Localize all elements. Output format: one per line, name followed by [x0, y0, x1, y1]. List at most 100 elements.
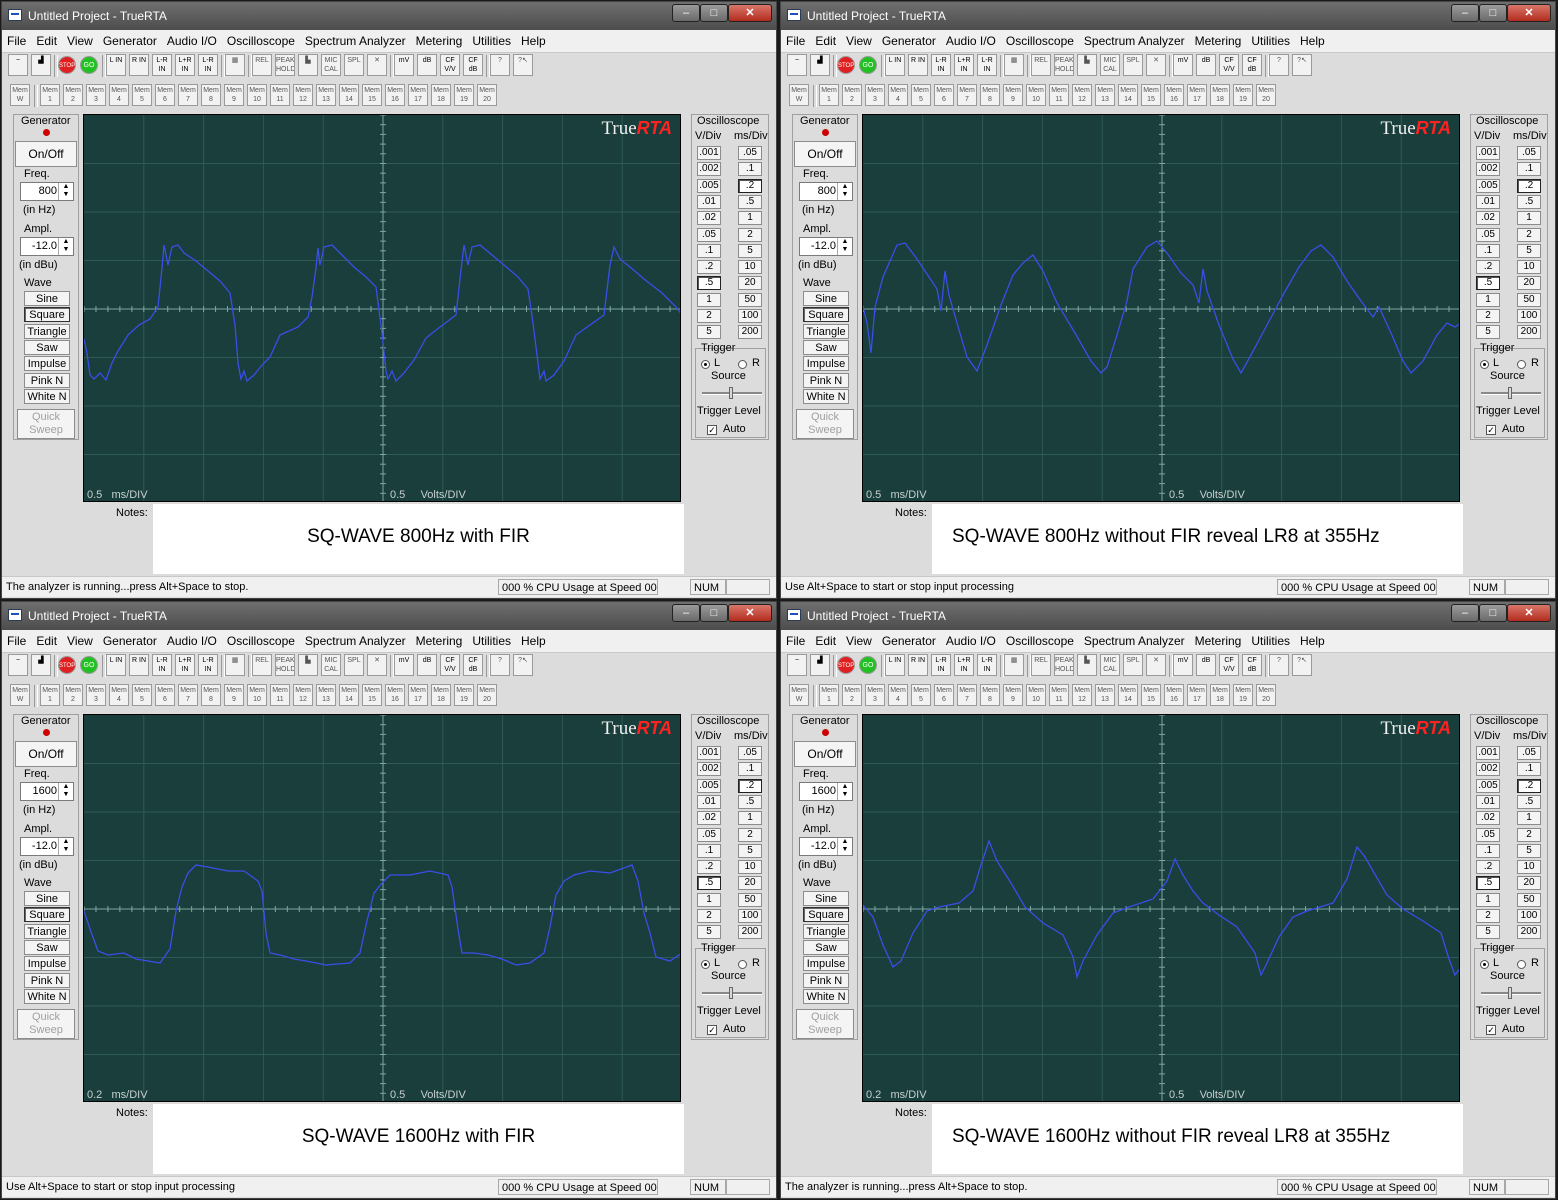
wave-sine-button[interactable]: Sine	[24, 291, 70, 306]
close-button[interactable]: ✕	[728, 4, 772, 22]
menu-spectrum-analyzer[interactable]: Spectrum Analyzer	[300, 630, 411, 652]
stop-button[interactable]: STOP	[837, 656, 855, 674]
msdiv-option[interactable]: .05	[1517, 146, 1541, 160]
context-help-button[interactable]: ?↖	[513, 54, 533, 76]
menu-help[interactable]: Help	[1295, 30, 1330, 52]
mem-slot-1-button[interactable]: Mem 1	[819, 84, 839, 106]
vdiv-option[interactable]: 2	[697, 309, 721, 323]
mem-slot-15-button[interactable]: Mem 15	[1141, 684, 1161, 706]
mem-slot-19-button[interactable]: Mem 19	[454, 684, 474, 706]
menu-oscilloscope[interactable]: Oscilloscope	[1001, 30, 1079, 52]
wave-sine-button[interactable]: Sine	[24, 891, 70, 906]
msdiv-option[interactable]: 5	[1517, 843, 1541, 858]
menu-oscilloscope[interactable]: Oscilloscope	[1001, 630, 1079, 652]
mem-slot-15-button[interactable]: Mem 15	[362, 684, 382, 706]
vdiv-option[interactable]: .01	[1476, 194, 1500, 209]
msdiv-option[interactable]: .5	[738, 194, 762, 209]
mem-slot-15-button[interactable]: Mem 15	[362, 84, 382, 106]
mem-slot-18-button[interactable]: Mem 18	[1210, 684, 1230, 706]
trigger-level-thumb[interactable]	[729, 987, 733, 999]
grid-button[interactable]: ▦	[1004, 654, 1024, 676]
menu-audio-i-o[interactable]: Audio I/O	[941, 630, 1001, 652]
menu-utilities[interactable]: Utilities	[467, 30, 516, 52]
mem-slot-11-button[interactable]: Mem 11	[1049, 84, 1069, 106]
mem-slot-4-button[interactable]: Mem 4	[888, 84, 908, 106]
mem-slot-20-button[interactable]: Mem 20	[477, 684, 497, 706]
mem-slot-17-button[interactable]: Mem 17	[1187, 684, 1207, 706]
menu-help[interactable]: Help	[1295, 630, 1330, 652]
vdiv-option[interactable]: .001	[1476, 146, 1500, 160]
vdiv-option[interactable]: .05	[697, 227, 721, 242]
grid-button[interactable]: ▦	[225, 654, 245, 676]
db-button[interactable]: dB	[417, 54, 437, 76]
menu-spectrum-analyzer[interactable]: Spectrum Analyzer	[1079, 30, 1190, 52]
mem-slot-14-button[interactable]: Mem 14	[339, 684, 359, 706]
bars-button[interactable]: ▙	[1077, 654, 1097, 676]
cross-button[interactable]: ✕	[367, 54, 387, 76]
menu-edit[interactable]: Edit	[810, 630, 841, 652]
menu-generator[interactable]: Generator	[98, 30, 162, 52]
wave-sine-button[interactable]: Sine	[803, 291, 849, 306]
mem-slot-11-button[interactable]: Mem 11	[1049, 684, 1069, 706]
vdiv-option[interactable]: .1	[1476, 843, 1500, 858]
msdiv-option[interactable]: .05	[1517, 746, 1541, 760]
menu-utilities[interactable]: Utilities	[1246, 30, 1295, 52]
mem-slot-3-button[interactable]: Mem 3	[865, 684, 885, 706]
vdiv-option[interactable]: 1	[697, 892, 721, 907]
menu-view[interactable]: View	[62, 30, 98, 52]
l-minus-r-in-button[interactable]: L-R IN	[977, 54, 997, 76]
menu-utilities[interactable]: Utilities	[467, 630, 516, 652]
mem-slot-6-button[interactable]: Mem 6	[934, 684, 954, 706]
msdiv-option[interactable]: 100	[738, 909, 762, 923]
quick-sweep-button[interactable]: Quick Sweep	[17, 409, 75, 439]
mem-slot-5-button[interactable]: Mem 5	[132, 84, 152, 106]
mem-slot-2-button[interactable]: Mem 2	[842, 684, 862, 706]
mem-slot-10-button[interactable]: Mem 10	[247, 84, 267, 106]
l-in-button[interactable]: L IN	[106, 54, 126, 76]
vdiv-option[interactable]: .05	[1476, 227, 1500, 242]
mem-slot-14-button[interactable]: Mem 14	[1118, 684, 1138, 706]
minimize-button[interactable]: –	[672, 604, 700, 622]
msdiv-option[interactable]: 5	[738, 843, 762, 858]
generator-on-off-button[interactable]: On/Off	[794, 141, 856, 167]
generator-on-off-button[interactable]: On/Off	[794, 741, 856, 767]
lr-sum-in-button[interactable]: L+R IN	[175, 54, 195, 76]
mem-slot-14-button[interactable]: Mem 14	[1118, 84, 1138, 106]
wave-white-n-button[interactable]: White N	[803, 388, 849, 404]
stop-button[interactable]: STOP	[837, 56, 855, 74]
ampl-stepper[interactable]: -12.0 ▲ ▼	[799, 837, 853, 856]
spl-button[interactable]: SPL	[1123, 654, 1143, 676]
vdiv-option[interactable]: .1	[697, 243, 721, 258]
wave-triangle-button[interactable]: Triangle	[803, 323, 849, 339]
mem-slot-10-button[interactable]: Mem 10	[1026, 84, 1046, 106]
mem-slot-4-button[interactable]: Mem 4	[109, 684, 129, 706]
mem-slot-9-button[interactable]: Mem 9	[1003, 684, 1023, 706]
context-help-button[interactable]: ?↖	[1292, 654, 1312, 676]
menu-edit[interactable]: Edit	[31, 30, 62, 52]
mem-slot-10-button[interactable]: Mem 10	[1026, 684, 1046, 706]
cf-vv-button[interactable]: CF V/V	[440, 54, 460, 76]
msdiv-option[interactable]: 20	[1517, 276, 1541, 291]
r-in-button[interactable]: R IN	[129, 654, 149, 676]
title-bar[interactable]: Untitled Project - TrueRTA – □ ✕	[2, 2, 776, 30]
maximize-button[interactable]: □	[700, 604, 728, 622]
mem-slot-9-button[interactable]: Mem 9	[224, 84, 244, 106]
peak-hold-button[interactable]: PEAK HOLD	[1054, 654, 1074, 676]
msdiv-option[interactable]: .1	[738, 162, 762, 177]
vdiv-option[interactable]: 1	[1476, 292, 1500, 307]
mem-slot-9-button[interactable]: Mem 9	[224, 684, 244, 706]
lr-sum-in-button[interactable]: L+R IN	[954, 54, 974, 76]
l-in-button[interactable]: L IN	[885, 654, 905, 676]
mem-slot-4-button[interactable]: Mem 4	[888, 684, 908, 706]
spectrum-view-button[interactable]: ▟	[31, 54, 51, 76]
trigger-source-l-radio[interactable]	[1480, 360, 1489, 369]
l-minus-r-in-button[interactable]: L-R IN	[198, 654, 218, 676]
vdiv-option[interactable]: 2	[1476, 309, 1500, 323]
peak-hold-button[interactable]: PEAK HOLD	[1054, 54, 1074, 76]
mem-slot-8-button[interactable]: Mem 8	[201, 84, 221, 106]
spectrum-view-button[interactable]: ▟	[810, 54, 830, 76]
vdiv-option[interactable]: 2	[1476, 909, 1500, 923]
cf-vv-button[interactable]: CF V/V	[1219, 654, 1239, 676]
wave-pink-n-button[interactable]: Pink N	[24, 372, 70, 388]
mem-write-button[interactable]: Mem W	[789, 84, 809, 106]
